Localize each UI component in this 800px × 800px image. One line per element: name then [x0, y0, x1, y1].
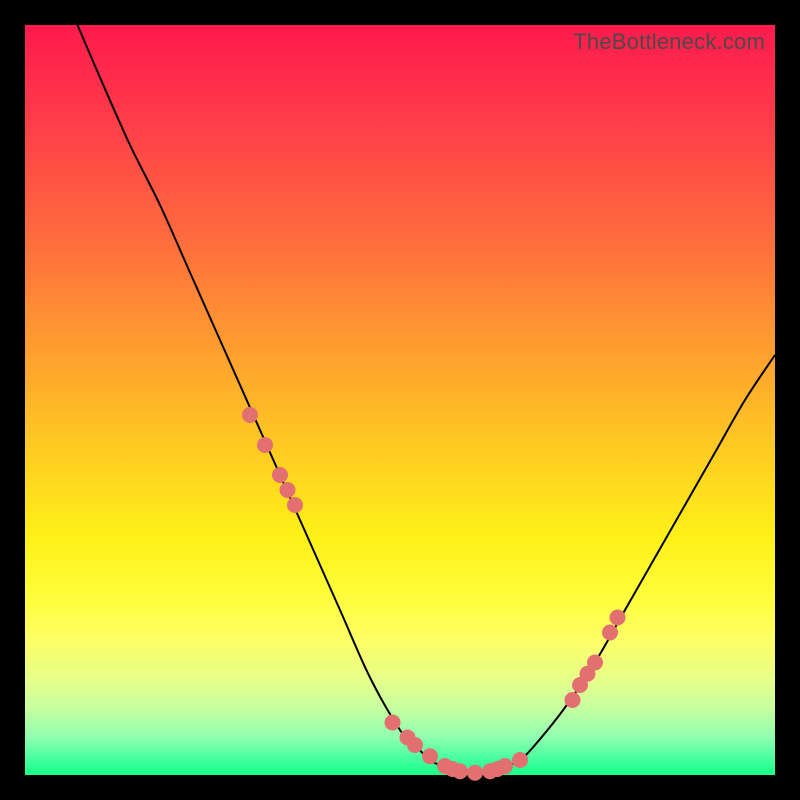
marker-dot	[407, 737, 423, 753]
marker-dot	[602, 625, 618, 641]
chart-plot-area: TheBottleneck.com	[25, 25, 775, 775]
marker-dot	[565, 692, 581, 708]
chart-svg	[25, 25, 775, 775]
marker-dot	[385, 715, 401, 731]
marker-group	[242, 407, 626, 781]
marker-dot	[610, 610, 626, 626]
marker-dot	[512, 752, 528, 768]
marker-dot	[497, 758, 513, 774]
marker-dot	[467, 765, 483, 781]
marker-dot	[287, 497, 303, 513]
marker-dot	[587, 655, 603, 671]
bottleneck-curve	[78, 25, 776, 776]
marker-dot	[422, 748, 438, 764]
marker-dot	[280, 482, 296, 498]
marker-dot	[242, 407, 258, 423]
marker-dot	[272, 467, 288, 483]
marker-dot	[452, 763, 468, 779]
marker-dot	[257, 437, 273, 453]
